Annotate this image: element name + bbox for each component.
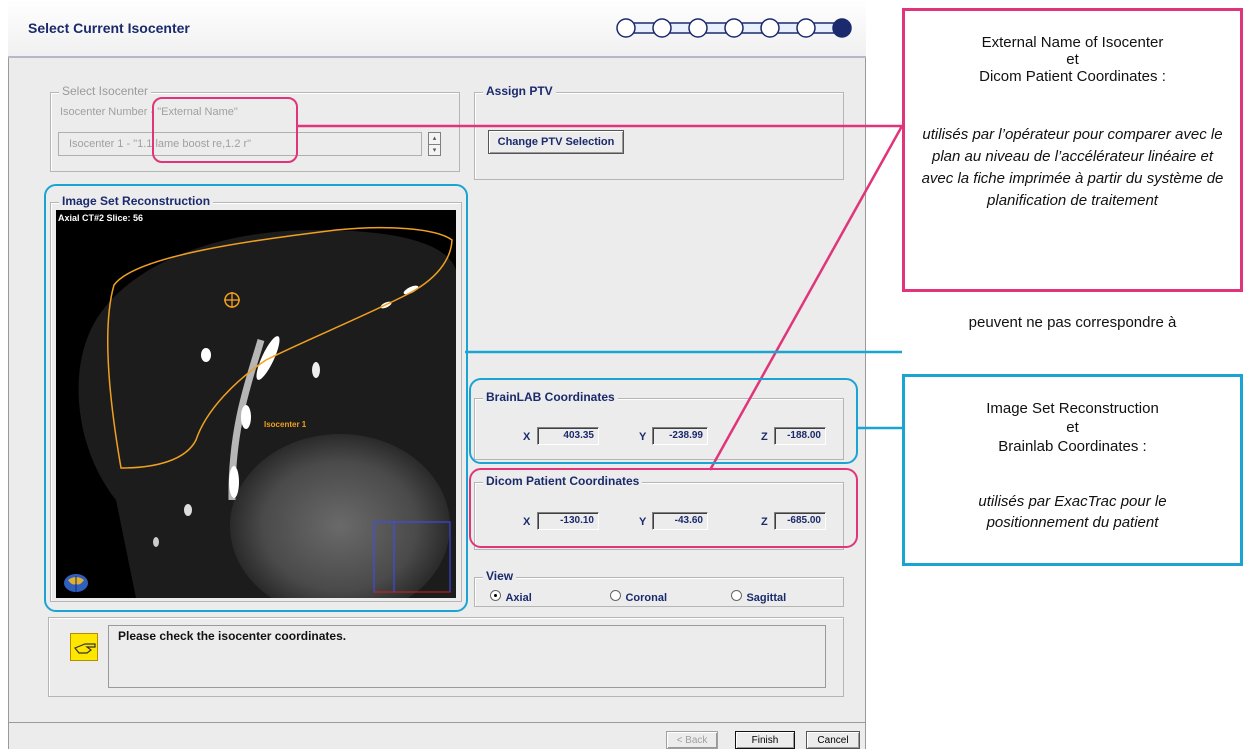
dicom-highlight [469,468,858,548]
wizard-progress [616,18,852,38]
wizard-step-2 [652,18,672,38]
wizard-step-6 [796,18,816,38]
view-legend: View [483,569,517,583]
wizard-step-3 [688,18,708,38]
pink-callout-title-3: Dicom Patient Coordinates : [979,68,1166,85]
radio-axial-icon[interactable] [490,590,501,601]
spin-down-icon[interactable]: ▾ [429,145,440,156]
wizard-step-1 [616,18,636,38]
assign-ptv-legend: Assign PTV [483,84,556,98]
finish-button[interactable]: Finish [735,731,795,749]
footer-separator [8,722,866,723]
pink-callout-title-1: External Name of Isocenter [981,34,1164,51]
external-name-highlight [152,97,298,163]
radio-sagittal-icon[interactable] [731,590,742,601]
spin-up-icon[interactable]: ▴ [429,133,440,145]
view-option-coronal[interactable]: Coronal [610,588,667,606]
blue-callout-title-2: et [1066,419,1079,436]
pointing-hand-icon [70,633,98,661]
isocenter-spinner[interactable]: ▴ ▾ [428,132,441,156]
view-option-label: Sagittal [746,592,787,604]
message-text: Please check the isocenter coordinates. [118,629,347,643]
wizard-step-4 [724,18,744,38]
view-option-axial[interactable]: Axial [490,588,532,606]
blue-callout-body: utilisés par ExacTrac pour le positionne… [978,493,1167,531]
change-ptv-button[interactable]: Change PTV Selection [488,130,624,154]
wizard-step-7 [832,18,852,38]
cancel-button[interactable]: Cancel [806,731,860,749]
view-option-label: Axial [505,592,532,604]
pink-callout-title-2: et [1066,51,1079,68]
brainlab-highlight [469,378,858,464]
wizard-step-5 [760,18,780,38]
blue-callout-title-1: Image Set Reconstruction [986,400,1159,417]
blue-callout-title-3: Brainlab Coordinates : [998,438,1147,455]
back-button[interactable]: < Back [666,731,718,749]
view-option-sagittal[interactable]: Sagittal [731,588,786,606]
select-isocenter-legend: Select Isocenter [59,84,152,98]
radio-coronal-icon[interactable] [610,590,621,601]
window-title: Select Current Isocenter [28,20,190,36]
view-option-label: Coronal [625,592,668,604]
middle-annotation-text: peuvent ne pas correspondre à [968,314,1177,331]
image-set-highlight [44,184,468,612]
pink-callout-body: utilisés par l’opérateur pour comparer a… [921,126,1224,209]
